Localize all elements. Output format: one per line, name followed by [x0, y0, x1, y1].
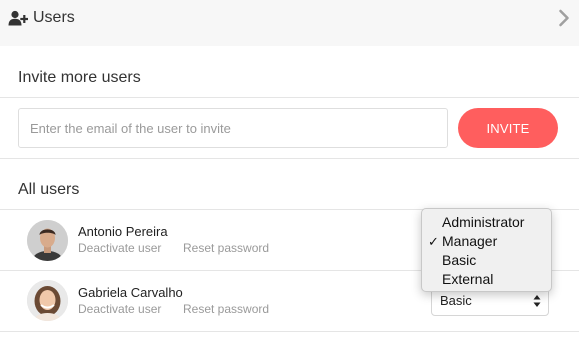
avatar-photo [27, 220, 68, 261]
role-dropdown-menu: Administrator ✓ Manager Basic External [421, 208, 552, 292]
role-option-external[interactable]: External [422, 270, 551, 289]
avatar-photo [27, 280, 68, 321]
avatar [27, 220, 68, 261]
deactivate-user-link[interactable]: Deactivate user [78, 302, 161, 317]
divider [0, 97, 579, 98]
role-option-manager[interactable]: ✓ Manager [422, 232, 551, 251]
reset-password-link[interactable]: Reset password [183, 302, 269, 317]
page-title: Users [33, 9, 75, 26]
chevron-right-icon[interactable] [558, 9, 570, 27]
all-users-section-title: All users [18, 181, 80, 198]
user-name: Gabriela Carvalho [78, 285, 183, 300]
role-option-administrator[interactable]: Administrator [422, 213, 551, 232]
deactivate-user-link[interactable]: Deactivate user [78, 241, 161, 256]
user-name: Antonio Pereira [78, 224, 168, 239]
invite-button[interactable]: INVITE [458, 108, 558, 148]
reset-password-link[interactable]: Reset password [183, 241, 269, 256]
invite-email-input[interactable] [18, 108, 448, 148]
divider [0, 331, 579, 332]
checkmark-icon: ✓ [428, 234, 439, 249]
users-panel-header[interactable]: Users [0, 0, 579, 46]
divider [0, 158, 579, 159]
avatar [27, 280, 68, 321]
invite-section-title: Invite more users [18, 69, 141, 86]
add-user-icon [8, 10, 28, 26]
select-arrows-icon [533, 295, 541, 307]
role-select-value: Basic [440, 293, 472, 308]
role-option-basic[interactable]: Basic [422, 251, 551, 270]
